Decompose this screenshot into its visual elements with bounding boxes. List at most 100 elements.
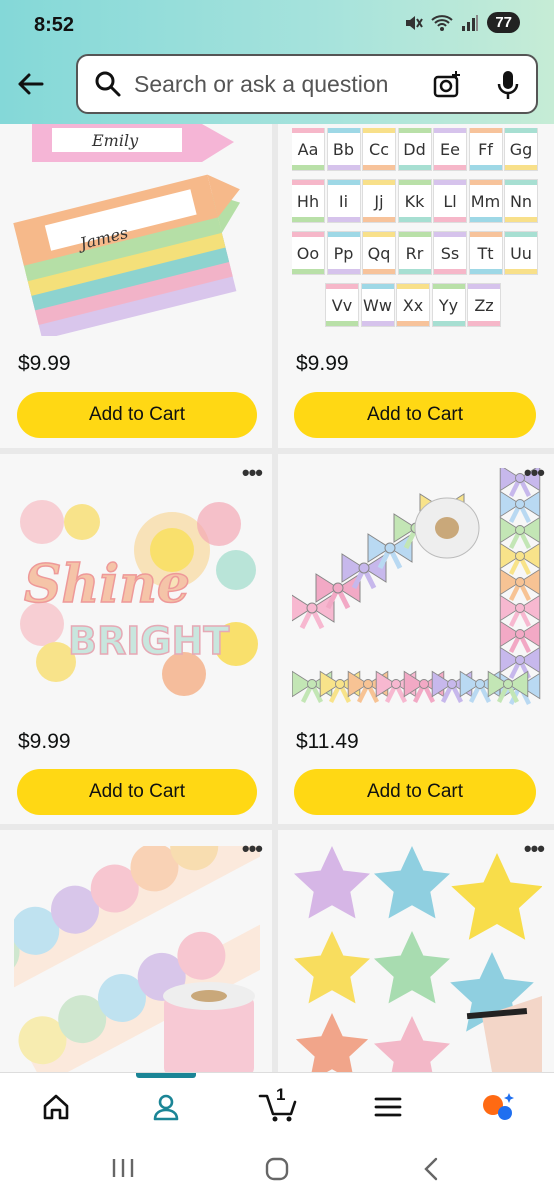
back-arrow-icon — [18, 73, 44, 95]
letter-card: Kk — [398, 180, 431, 222]
letter-card: Ww — [361, 284, 394, 326]
back-button[interactable] — [14, 64, 46, 104]
bottom-nav: 1 — [0, 1072, 554, 1138]
letter-card: Hh — [292, 180, 324, 222]
more-options-button[interactable]: ••• — [524, 460, 545, 486]
bow-decoration — [499, 542, 541, 576]
name-tag-emily: Emily — [91, 131, 139, 150]
signal-icon — [462, 14, 479, 31]
bow-decoration — [487, 670, 529, 704]
status-bar: 8:52 77 — [0, 0, 554, 50]
wifi-icon — [431, 14, 453, 31]
battery-indicator: 77 — [487, 12, 520, 33]
bright-text: BRIGHT — [68, 619, 229, 663]
add-to-cart-button[interactable]: Add to Cart — [17, 392, 257, 438]
home-button-icon[interactable] — [264, 1156, 290, 1182]
cart-count: 1 — [276, 1085, 286, 1104]
letter-card: Jj — [363, 180, 395, 222]
star-cutout — [374, 1016, 450, 1072]
letter-card: Ll — [434, 180, 466, 222]
letter-card: Rr — [398, 232, 431, 274]
nav-home[interactable] — [36, 1089, 76, 1125]
star-cutout — [374, 846, 450, 919]
product-card[interactable]: James Emily $9.99 Add to Cart — [0, 124, 272, 448]
product-card[interactable]: ••• — [278, 830, 554, 1072]
letter-card: Gg — [505, 128, 537, 170]
shine-text: Shine — [24, 554, 190, 615]
mute-icon — [406, 15, 424, 30]
star-cutout — [294, 846, 370, 919]
letter-card: Vv — [326, 284, 358, 326]
nav-rufus[interactable] — [478, 1089, 518, 1125]
add-to-cart-button[interactable]: Add to Cart — [17, 769, 257, 815]
product-card[interactable]: Aa Bb Cc Dd Ee Ff Gg Hh Ii Jj Kk Ll Mm Nn Oo Pp Qq Rr Ss Tt… — [278, 124, 554, 448]
search-input[interactable] — [134, 70, 414, 98]
system-nav-bar — [0, 1138, 554, 1200]
letter-card: Ff — [469, 128, 502, 170]
bow-decoration — [499, 620, 541, 654]
bow-decoration — [499, 568, 541, 602]
product-price: $9.99 — [296, 352, 349, 375]
nav-cart[interactable]: 1 — [256, 1085, 302, 1125]
bow-decoration — [499, 490, 541, 524]
star-cutout — [374, 931, 450, 1004]
letter-card: Tt — [469, 232, 502, 274]
system-back-icon[interactable] — [420, 1156, 442, 1182]
product-image[interactable] — [14, 846, 260, 1072]
more-options-button[interactable]: ••• — [242, 836, 263, 862]
letter-card: Pp — [327, 232, 360, 274]
bow-decoration — [499, 594, 541, 628]
microphone-icon[interactable] — [496, 69, 520, 101]
product-image[interactable]: Shine BRIGHT — [14, 484, 260, 704]
product-image[interactable]: James Emily — [12, 124, 260, 336]
letter-card: Ee — [434, 128, 466, 170]
bow-decoration — [499, 516, 541, 550]
product-card[interactable]: ••• — [0, 830, 272, 1072]
header: 8:52 77 — [0, 0, 554, 124]
product-card[interactable]: Shine BRIGHT ••• $9.99 Add to Cart — [0, 454, 272, 824]
home-icon — [43, 1094, 69, 1120]
letter-card: Aa — [292, 128, 324, 170]
rufus-assistant-icon — [483, 1093, 514, 1120]
letter-card: Xx — [397, 284, 429, 326]
add-to-cart-button[interactable]: Add to Cart — [294, 392, 536, 438]
bow-decoration — [292, 593, 335, 630]
product-price: $11.49 — [296, 730, 359, 753]
product-price: $9.99 — [18, 730, 71, 753]
active-tab-indicator — [136, 1073, 196, 1078]
letter-card: Ii — [327, 180, 360, 222]
add-to-cart-button[interactable]: Add to Cart — [294, 769, 536, 815]
bow-decoration — [499, 646, 541, 680]
star-cutout — [451, 853, 542, 940]
nav-menu[interactable] — [368, 1089, 408, 1125]
letter-card: Bb — [327, 128, 360, 170]
letter-card: Oo — [292, 232, 324, 274]
letter-card: Yy — [432, 284, 465, 326]
star-cutout — [295, 1013, 369, 1072]
letter-card: Ss — [434, 232, 466, 274]
search-bar[interactable] — [76, 54, 538, 114]
letter-card: Qq — [363, 232, 395, 274]
person-icon — [153, 1094, 179, 1121]
nav-account[interactable] — [146, 1089, 186, 1125]
more-options-button[interactable]: ••• — [524, 836, 545, 862]
star-cutout — [294, 931, 370, 1004]
search-icon — [95, 71, 121, 97]
product-grid: James Emily $9.99 Add to Cart Aa Bb Cc Dd Ee… — [0, 124, 554, 1072]
camera-search-icon[interactable] — [432, 70, 462, 100]
letter-card: Cc — [363, 128, 395, 170]
product-card[interactable]: ••• $11.49 Add to Cart — [278, 454, 554, 824]
recent-apps-icon[interactable] — [110, 1156, 136, 1180]
more-options-button[interactable]: ••• — [242, 460, 263, 486]
letter-card: Uu — [505, 232, 537, 274]
product-image[interactable] — [292, 468, 542, 714]
letter-card: Nn — [505, 180, 537, 222]
product-image[interactable] — [292, 846, 542, 1072]
product-image[interactable]: Aa Bb Cc Dd Ee Ff Gg Hh Ii Jj Kk Ll Mm Nn Oo Pp Qq Rr Ss Tt… — [292, 128, 542, 332]
letter-card: Mm — [469, 180, 502, 222]
letter-card: Dd — [398, 128, 431, 170]
letter-card: Zz — [468, 284, 500, 326]
ribbon-roll — [414, 497, 480, 559]
status-icons: 77 — [403, 12, 520, 33]
status-time: 8:52 — [34, 14, 75, 36]
